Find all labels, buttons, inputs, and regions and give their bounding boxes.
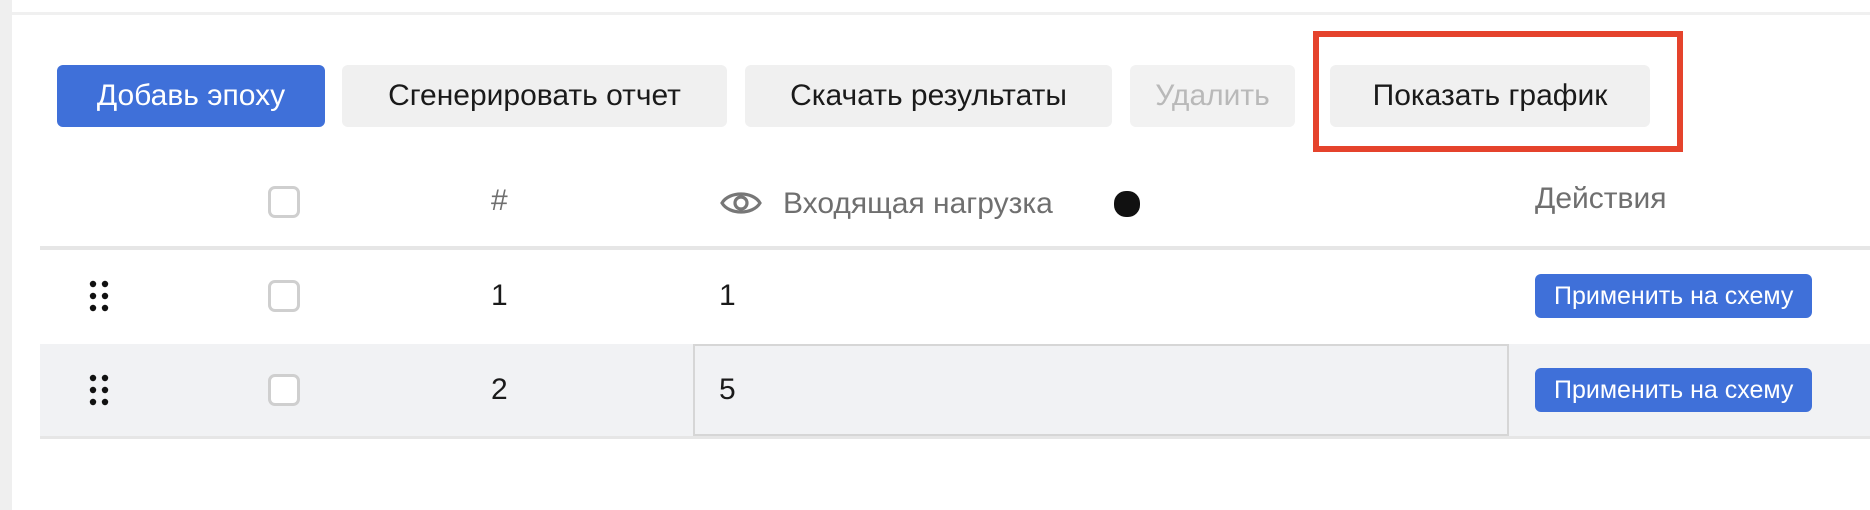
incoming-load-cell[interactable]: 1 (719, 279, 736, 313)
incoming-load-cell[interactable]: 5 (719, 373, 736, 407)
color-dot-icon[interactable] (1113, 190, 1141, 218)
download-results-button[interactable]: Скачать результаты (745, 65, 1112, 127)
row-checkbox[interactable] (268, 374, 300, 406)
column-actions-header: Действия (1535, 182, 1667, 215)
left-rail (0, 0, 12, 510)
row-number: 2 (491, 373, 508, 406)
row-checkbox[interactable] (268, 280, 300, 312)
incoming-load-edit-cell[interactable] (693, 344, 1509, 436)
table-row: 1 1 Применить на схему (40, 250, 1870, 342)
drag-handle-icon[interactable] (89, 280, 109, 312)
apply-to-scheme-button[interactable]: Применить на схему (1535, 274, 1813, 318)
table-header: # Входящая нагрузка Действия (40, 160, 1870, 246)
apply-to-scheme-button[interactable]: Применить на схему (1535, 368, 1813, 412)
drag-handle-icon[interactable] (89, 374, 109, 406)
eye-icon[interactable] (720, 186, 762, 220)
column-incoming-load-header[interactable]: Входящая нагрузка (783, 187, 1053, 221)
column-number-header: # (491, 184, 508, 217)
select-all-checkbox[interactable] (268, 186, 300, 218)
add-epoch-button[interactable]: Добавь эпоху (57, 65, 325, 127)
app-page: Добавь эпоху Сгенерировать отчет Скачать… (0, 0, 1870, 510)
show-chart-button[interactable]: Показать график (1330, 65, 1650, 127)
table-bottom-divider (40, 436, 1870, 439)
top-divider (12, 12, 1870, 15)
table-row: 2 5 Применить на схему (40, 344, 1870, 436)
delete-button[interactable]: Удалить (1130, 65, 1295, 127)
row-number: 1 (491, 279, 508, 312)
generate-report-button[interactable]: Сгенерировать отчет (342, 65, 727, 127)
